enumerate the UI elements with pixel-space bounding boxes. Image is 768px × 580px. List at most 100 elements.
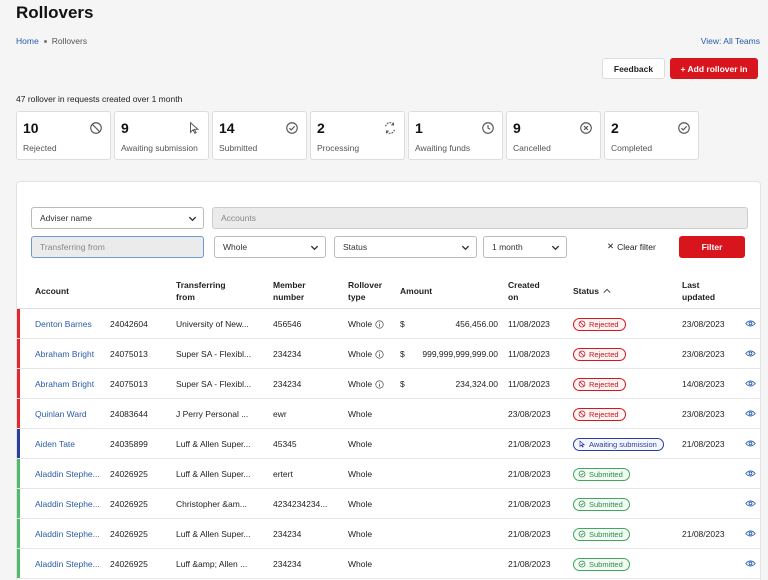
created-on: 11/08/2023 [508,379,550,389]
chevron-down-icon [310,245,319,251]
member-number: ewr [273,409,287,419]
col-updated-line2: updated [682,292,716,302]
status-card-rejected[interactable]: 10 Rejected [16,111,111,160]
check-circle-icon [578,470,586,478]
created-on: 21/08/2023 [508,499,551,509]
member-number: 45345 [273,439,297,449]
card-label: Cancelled [513,143,551,153]
info-icon[interactable] [375,379,384,389]
account-name-link[interactable]: Aiden Tate [35,429,75,459]
view-eye-icon[interactable] [745,409,756,418]
cursor-icon [579,440,586,448]
breadcrumb-home[interactable]: Home [16,36,39,46]
account-name-link[interactable]: Quinlan Ward [35,399,87,429]
view-eye-icon[interactable] [745,559,756,568]
filter-button[interactable]: Filter [679,236,745,258]
table-row[interactable]: Aiden Tate 24035899 Luff & Allen Super... 4… [17,429,760,459]
status-color-bar [17,339,20,368]
account-id: 24026925 [110,499,148,509]
status-card-submitted[interactable]: 14 Submitted [212,111,307,160]
table-row[interactable]: Abraham Bright 24075013 Super SA - Flexibl… [17,369,760,399]
col-transferring-line2: from [176,292,195,302]
rollover-type: Whole [348,459,372,489]
rollover-type-select[interactable]: Whole [214,236,326,258]
account-name-link[interactable]: Abraham Bright [35,369,94,399]
breadcrumb-separator [43,39,47,43]
status-badge: Rejected [573,377,626,391]
col-member-number[interactable]: Member number [273,279,306,303]
period-select[interactable]: 1 month [483,236,567,258]
table-row[interactable]: Aladdin Stephe... 24026925 Christopher &am… [17,489,760,519]
view-eye-icon[interactable] [745,469,756,478]
account-name-link[interactable]: Aladdin Stephe... [35,549,100,579]
rollover-type-label: Whole [348,439,373,449]
view-eye-icon[interactable] [745,439,756,448]
status-select[interactable]: Status [334,236,477,258]
status-cell: Submitted [573,519,630,549]
col-status[interactable]: Status [573,285,611,297]
account-name-link[interactable]: Denton Barnes [35,309,92,339]
add-rollover-button[interactable]: + Add rollover in [670,58,758,79]
view-eye-icon[interactable] [745,499,756,508]
chevron-down-icon [188,216,197,222]
rollover-type-label: Whole [348,409,373,419]
status-card-cancelled[interactable]: 9 Cancelled [506,111,601,160]
status-card-processing[interactable]: 2 Processing [310,111,405,160]
rollover-type: Whole [348,339,384,369]
table-row[interactable]: Aladdin Stephe... 24026925 Luff & Allen Su… [17,519,760,549]
page-title: Rollovers [16,3,94,22]
col-member-line2: number [273,292,305,302]
status-card-awaiting-submission[interactable]: 9 Awaiting submission [114,111,209,160]
col-amount[interactable]: Amount [400,285,432,297]
rollover-type: Whole [348,549,372,579]
amount-value [407,549,498,579]
account-id: 24026925 [110,529,148,539]
col-created-line2: on [508,292,519,302]
view-eye-icon[interactable] [745,529,756,538]
breadcrumb-current: Rollovers [51,36,88,46]
status-card-completed[interactable]: 2 Completed [604,111,699,160]
view-eye-icon[interactable] [745,379,756,388]
info-icon[interactable] [375,349,384,359]
view-eye-icon[interactable] [745,319,756,328]
view-teams-link[interactable]: View: All Teams [701,36,760,46]
col-rollover-type[interactable]: Rollover type [348,279,382,303]
member-number: 234234 [273,379,302,389]
clear-filter-button[interactable]: ✕ Clear filter [607,241,656,252]
status-cell: Rejected [573,369,626,399]
account-id: 24075013 [110,349,148,359]
col-created-on[interactable]: Created on [508,279,540,303]
col-account[interactable]: Account [35,285,69,297]
account-name-link[interactable]: Abraham Bright [35,339,94,369]
table-row[interactable]: Aladdin Stephe... 24026925 Luff &amp; Alle… [17,549,760,579]
accounts-input[interactable]: Accounts [212,207,748,229]
status-badge: Submitted [573,497,630,511]
card-count: 9 [513,120,521,136]
adviser-select[interactable]: Adviser name [31,207,204,229]
info-icon[interactable] [375,319,384,329]
table-row[interactable]: Quinlan Ward 24083644 J Perry Personal ...… [17,399,760,429]
rollover-type: Whole [348,399,372,429]
status-color-bar [17,309,20,338]
transferring-from: Luff & Allen Super... [176,469,251,479]
card-label: Awaiting funds [415,143,471,153]
rollover-type: Whole [348,519,372,549]
table-row[interactable]: Abraham Bright 24075013 Super SA - Flexibl… [17,339,760,369]
account-name-link[interactable]: Aladdin Stephe... [35,489,100,519]
col-member-line1: Member [273,280,306,290]
status-badge: Submitted [573,557,630,571]
transferring-from: University of New... [176,319,249,329]
status-badge: Awaiting submission [573,437,664,451]
feedback-button[interactable]: Feedback [602,58,665,79]
view-eye-icon[interactable] [745,349,756,358]
summary-text: 47 rollover in requests created over 1 m… [16,94,183,104]
account-name-link[interactable]: Aladdin Stephe... [35,459,100,489]
col-transferring-from[interactable]: Transferring from [176,279,226,303]
status-card-awaiting-funds[interactable]: 1 Awaiting funds [408,111,503,160]
account-name-link[interactable]: Aladdin Stephe... [35,519,100,549]
col-last-updated[interactable]: Last updated [682,279,715,303]
table-row[interactable]: Aladdin Stephe... 24026925 Luff & Allen Su… [17,459,760,489]
table-row[interactable]: Denton Barnes 24042604 University of New..… [17,309,760,339]
member-number: 234234 [273,559,302,569]
transferring-from-input[interactable]: Transferring from [31,236,204,258]
